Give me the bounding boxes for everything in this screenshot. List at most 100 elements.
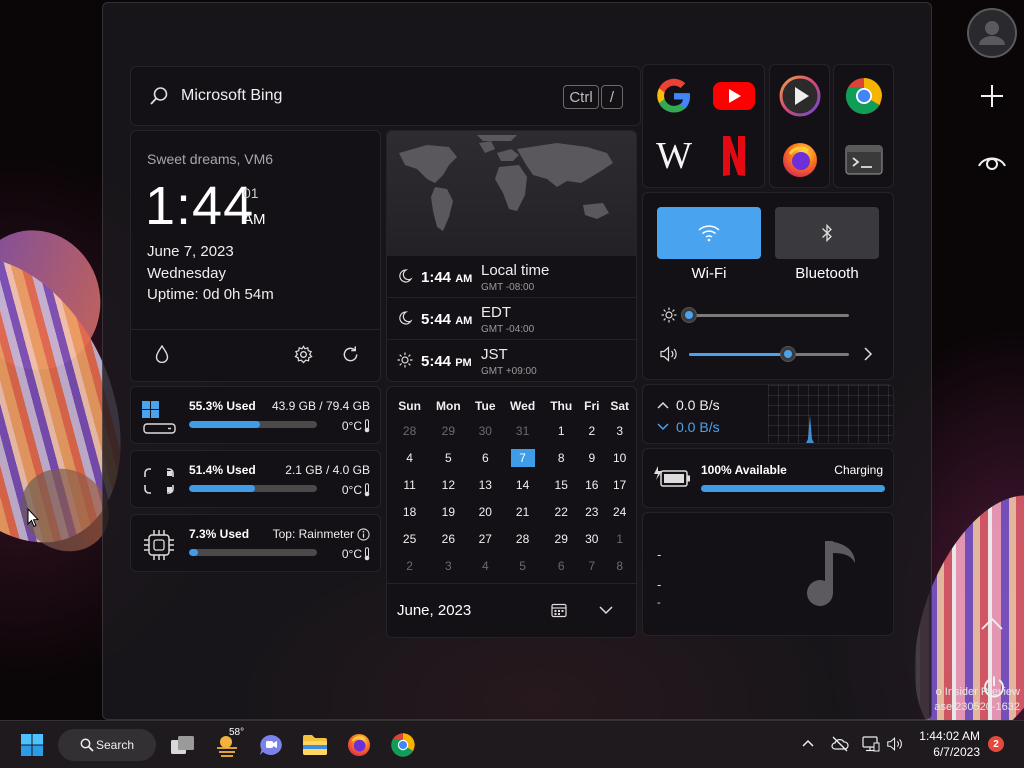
start-button[interactable]	[16, 729, 48, 761]
firefox-taskbar-button[interactable]	[343, 729, 375, 761]
calendar-day[interactable]: 7	[579, 552, 604, 579]
firefox-icon[interactable]	[777, 137, 823, 183]
chevron-down-icon[interactable]	[599, 605, 613, 615]
calendar-day[interactable]: 20	[469, 498, 503, 525]
calendar-day[interactable]: 23	[579, 498, 604, 525]
calendar-day[interactable]: 9	[579, 444, 604, 471]
user-avatar[interactable]	[967, 8, 1017, 58]
calendar-weekday-header: Tue	[475, 399, 496, 413]
app-launcher-group: W	[642, 64, 765, 188]
google-icon[interactable]	[651, 73, 697, 119]
calendar-day[interactable]: 14	[502, 471, 543, 498]
taskbar-clock[interactable]: 1:44:02 AM 6/7/2023	[919, 728, 980, 760]
water-drop-icon[interactable]	[155, 345, 169, 363]
calendar-day[interactable]: 30	[469, 417, 503, 444]
calendar-day[interactable]: 21	[502, 498, 543, 525]
calendar-day[interactable]: 1	[604, 525, 635, 552]
calendar-day-number: 6	[557, 558, 565, 573]
chrome-taskbar-button[interactable]	[387, 729, 419, 761]
calendar-day[interactable]: 3	[604, 417, 635, 444]
chevron-right-icon[interactable]	[863, 347, 873, 361]
calendar-day[interactable]: 5	[428, 444, 468, 471]
media-title: -	[657, 547, 662, 562]
calendar-day[interactable]: 27	[469, 525, 503, 552]
calendar-day[interactable]: 15	[543, 471, 579, 498]
notification-badge[interactable]: 2	[988, 736, 1004, 752]
bluetooth-toggle[interactable]	[775, 207, 879, 259]
calendar-day[interactable]: 8	[604, 552, 635, 579]
file-explorer-button[interactable]	[299, 729, 331, 761]
network-wired-icon[interactable]	[862, 736, 880, 752]
media-player-icon[interactable]	[777, 73, 823, 119]
calendar-day[interactable]: 17	[604, 471, 635, 498]
teams-chat-button[interactable]	[255, 729, 287, 761]
brightness-slider-handle[interactable]	[682, 308, 696, 322]
calendar-day[interactable]: 1	[543, 417, 579, 444]
calendar-day-number: 30	[478, 423, 492, 438]
terminal-icon[interactable]	[841, 137, 887, 183]
calendar-day[interactable]: 22	[543, 498, 579, 525]
youtube-icon[interactable]	[711, 73, 757, 119]
calendar-day[interactable]: 5	[502, 552, 543, 579]
onedrive-offline-icon[interactable]	[831, 736, 849, 752]
volume-slider[interactable]	[689, 347, 849, 361]
search-bar[interactable]: Microsoft Bing Ctrl /	[130, 66, 641, 126]
calendar-day[interactable]: 30	[579, 525, 604, 552]
calendar-day[interactable]: 28	[502, 525, 543, 552]
calendar-day-number: 18	[402, 504, 417, 519]
weather-widget-button[interactable]: 58°	[211, 727, 244, 761]
calendar-day[interactable]: 31	[502, 417, 543, 444]
chrome-icon[interactable]	[841, 73, 887, 119]
ram-usage-size: 2.1 GB / 4.0 GB	[285, 463, 370, 477]
plus-icon[interactable]	[979, 83, 1005, 109]
calendar-day[interactable]: 29	[543, 525, 579, 552]
calendar-day[interactable]: 2	[579, 417, 604, 444]
calendar-day[interactable]: 4	[469, 552, 503, 579]
folder-icon	[303, 735, 327, 755]
calendar-day[interactable]: 3	[428, 552, 468, 579]
info-icon[interactable]	[357, 528, 370, 541]
calendar-day[interactable]: 28	[391, 417, 428, 444]
calendar-day[interactable]: 12	[428, 471, 468, 498]
wifi-toggle[interactable]	[657, 207, 761, 259]
netflix-icon[interactable]	[711, 133, 757, 179]
gear-icon[interactable]	[294, 345, 313, 364]
calendar-day[interactable]: 13	[469, 471, 503, 498]
speaker-icon[interactable]	[886, 736, 904, 752]
calendar-day[interactable]: 6	[543, 552, 579, 579]
task-view-button[interactable]	[167, 729, 199, 761]
calendar-day[interactable]: 29	[428, 417, 468, 444]
calendar-day[interactable]: 18	[391, 498, 428, 525]
taskbar-date: 6/7/2023	[933, 745, 980, 759]
disk-usage-bar	[189, 421, 317, 428]
calendar-day-today[interactable]: 7	[502, 444, 543, 471]
volume-icon[interactable]	[659, 346, 679, 362]
chevron-up-icon[interactable]	[980, 617, 1004, 631]
calendar-day[interactable]: 6	[469, 444, 503, 471]
calendar-day[interactable]: 4	[391, 444, 428, 471]
app-launcher-group	[833, 64, 894, 188]
calendar-day[interactable]: 16	[579, 471, 604, 498]
calendar-weekday-header: Mon	[436, 399, 461, 413]
chrome-icon	[391, 733, 415, 757]
calendar-day[interactable]: 2	[391, 552, 428, 579]
calendar-day-number: 2	[406, 558, 413, 573]
tray-overflow-chevron-icon[interactable]	[802, 739, 814, 747]
calendar-icon[interactable]	[551, 602, 567, 618]
volume-slider-handle[interactable]	[781, 347, 796, 361]
calendar-day[interactable]: 26	[428, 525, 468, 552]
calendar-day[interactable]: 25	[391, 525, 428, 552]
refresh-icon[interactable]	[341, 345, 360, 364]
calendar-day[interactable]: 24	[604, 498, 635, 525]
wikipedia-icon[interactable]: W	[651, 133, 697, 179]
taskbar-search-box[interactable]: Search	[58, 729, 156, 761]
eye-icon[interactable]	[977, 149, 1007, 171]
calendar-day[interactable]: 19	[428, 498, 468, 525]
ram-usage-bar	[189, 485, 317, 492]
calendar-day[interactable]: 11	[391, 471, 428, 498]
calendar-day[interactable]: 8	[543, 444, 579, 471]
network-widget: 0.0 B/s 0.0 B/s	[642, 384, 894, 444]
calendar-day[interactable]: 10	[604, 444, 635, 471]
watermark-line: ase.230520-1632	[934, 701, 1020, 713]
brightness-slider[interactable]	[682, 308, 849, 322]
